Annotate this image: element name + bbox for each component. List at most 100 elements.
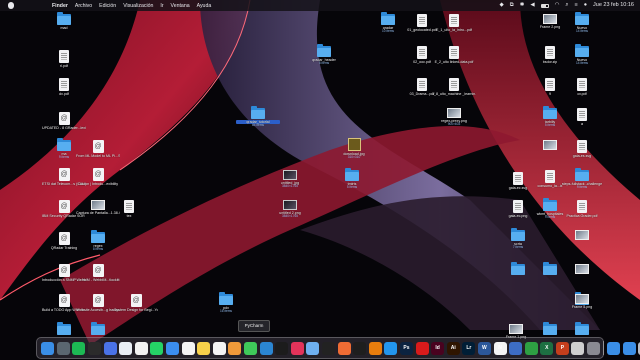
desktop-folder[interactable]: mad: [42, 12, 86, 30]
folder-icon: [57, 138, 71, 151]
menu-item-5[interactable]: Ventana: [171, 3, 190, 9]
image-thumbnail-icon: [575, 230, 589, 240]
desktop-file[interactable]: rl.pdf: [42, 50, 86, 68]
folder-icon: [543, 106, 557, 119]
dock-postman-icon[interactable]: [337, 341, 351, 355]
dock-downloads-folder-icon[interactable]: [607, 341, 621, 355]
desktop-file[interactable]: [560, 230, 604, 241]
desktop-file[interactable]: @From ML Model to ML Pi...Science: [76, 140, 120, 158]
dock-mail-icon[interactable]: [166, 341, 180, 355]
desktop-file[interactable]: a: [560, 108, 604, 126]
dock-notes-icon[interactable]: [197, 341, 211, 355]
dock-intellij-icon[interactable]: [290, 341, 304, 355]
desktop-file[interactable]: E_2_ulto linked-data.pdf: [432, 46, 476, 64]
desktop-file[interactable]: untitled 2.png 3840×1765: [268, 200, 312, 219]
dock-launchpad-icon[interactable]: [56, 341, 70, 355]
dock-docker-icon[interactable]: [384, 341, 398, 355]
control-center-icon[interactable]: ≡: [574, 0, 577, 11]
dock-preview-icon[interactable]: [306, 341, 320, 355]
folder-icon: [381, 12, 395, 25]
desktop-file[interactable]: cv.pdf: [560, 78, 604, 96]
desktop-file[interactable]: regex-prexy.png 900×603: [432, 108, 476, 127]
dock-spotify-icon[interactable]: [72, 341, 86, 355]
desktop-file[interactable]: E_1_ulto_la_intro...pdf: [432, 14, 476, 32]
siri-icon[interactable]: ●: [584, 0, 587, 11]
dock-notion-icon[interactable]: N: [493, 341, 507, 355]
bluetooth-icon[interactable]: ✱: [520, 0, 525, 11]
desktop-item-info: 900×603: [447, 122, 461, 126]
desktop-file[interactable]: @ WebbIM - WebbIM...tlockitt: [76, 264, 120, 282]
dock-vscode-icon[interactable]: [259, 341, 273, 355]
dock-whatsapp-icon[interactable]: [150, 341, 164, 355]
desktop-folder[interactable]: Nuevo 14 items: [560, 12, 604, 34]
desktop-item-info: 3840×1765: [281, 184, 299, 188]
dock-ticktick-icon[interactable]: [103, 341, 117, 355]
desktop-file[interactable]: @System Design for Begi...YouTube: [114, 294, 158, 312]
battery-icon[interactable]: [540, 3, 549, 8]
menu-item-1[interactable]: Archivo: [75, 3, 92, 9]
dropbox-icon[interactable]: ◆: [500, 0, 504, 11]
desktop-folder[interactable]: [76, 322, 120, 336]
dock-lightroom-icon[interactable]: Lr: [462, 341, 476, 355]
desktop-folder[interactable]: scrta 7 items: [496, 228, 540, 250]
dock-finder-icon[interactable]: [41, 341, 55, 355]
menu-item-2[interactable]: Edición: [99, 3, 116, 9]
desktop-folder[interactable]: tmlrts 5 items: [330, 168, 374, 190]
menu-item-0[interactable]: Finder: [52, 3, 68, 9]
dock-numbers-icon[interactable]: [524, 341, 538, 355]
dock-word-icon[interactable]: W: [477, 341, 491, 355]
desktop-file[interactable]: @ Colcon | Introdu...exibility: [76, 168, 120, 186]
desktop-item-label: Frame 5.png: [571, 305, 593, 309]
desktop-file[interactable]: gaia-es.svg: [560, 140, 604, 158]
menu-item-6[interactable]: Ayuda: [197, 3, 212, 9]
desktop-folder[interactable]: steps-fullstack -challenge 9 items: [560, 168, 604, 190]
volume-icon[interactable]: ◀: [530, 0, 534, 11]
dock-reminders-icon[interactable]: [212, 341, 226, 355]
apple-menu-icon[interactable]: [8, 2, 14, 9]
dock-app-folder-icon[interactable]: [622, 341, 636, 355]
dock-messages-icon[interactable]: [244, 341, 258, 355]
dock-indesign-icon[interactable]: Id: [431, 341, 445, 355]
dock-powerpoint-icon[interactable]: P: [555, 341, 569, 355]
desktop-file[interactable]: untitled_jpg 3840×1765: [268, 170, 312, 189]
desktop-folder[interactable]: pdx 16 items: [204, 292, 248, 314]
search-icon[interactable]: ⌕: [565, 0, 568, 11]
desktop-folder[interactable]: Nuevo 14 items: [560, 44, 604, 66]
desktop-file[interactable]: dx.pdf: [42, 78, 86, 96]
menu-item-3[interactable]: Visualización: [123, 3, 153, 9]
menu-clock[interactable]: Jue 23 feb 10:16: [593, 0, 634, 11]
dock-calendar-icon[interactable]: [181, 341, 195, 355]
document-icon: [513, 200, 523, 213]
desktop-folder[interactable]: qradar_header 5 items: [302, 44, 346, 66]
dock-acrobat-icon[interactable]: [415, 341, 429, 355]
desktop-file[interactable]: @UPDATED - 8 GRader...lexibility: [42, 112, 86, 130]
desktop-folder[interactable]: [496, 262, 540, 276]
screen-record-icon[interactable]: ⧉: [510, 0, 514, 11]
desktop-file[interactable]: Practica Grader.pdf: [560, 200, 604, 218]
dock-music-icon[interactable]: [88, 341, 102, 355]
dock-pycharm-icon[interactable]: [275, 341, 289, 355]
dock-tableau-icon[interactable]: [509, 341, 523, 355]
menu-item-4[interactable]: Ir: [160, 3, 163, 9]
desktop-item-info: 7 items: [512, 245, 524, 249]
desktop-item-label: a: [581, 122, 583, 126]
wifi-icon[interactable]: ◠: [555, 0, 560, 11]
dock-photoshop-icon[interactable]: Ps: [399, 341, 413, 355]
dock-chrome-icon[interactable]: [134, 341, 148, 355]
desktop-file[interactable]: 1_8_ulto_machine _learnin...otro.pdf: [432, 78, 476, 96]
dock-figma-icon[interactable]: [353, 341, 367, 355]
dock-system-settings-icon[interactable]: [587, 341, 601, 355]
desktop-file[interactable]: tex: [107, 200, 151, 218]
dock-illustrator-icon[interactable]: Ai: [446, 341, 460, 355]
dock-blender-icon[interactable]: [368, 341, 382, 355]
dock-safari-icon[interactable]: [119, 341, 133, 355]
dock-nordvpn-icon[interactable]: [571, 341, 585, 355]
dock-excel-icon[interactable]: X: [540, 341, 554, 355]
desktop-item-info: 310×310: [347, 155, 361, 159]
desktop-folder[interactable]: regex 8 items: [76, 230, 120, 252]
desktop-file[interactable]: Frame 5.png: [560, 294, 604, 309]
desktop-folder[interactable]: qradar_tutorial 84 items: [236, 106, 280, 128]
dock-terminal-icon[interactable]: [321, 341, 335, 355]
dock-photos-icon[interactable]: [228, 341, 242, 355]
desktop-file[interactable]: download.jpg 310×310: [332, 138, 376, 160]
